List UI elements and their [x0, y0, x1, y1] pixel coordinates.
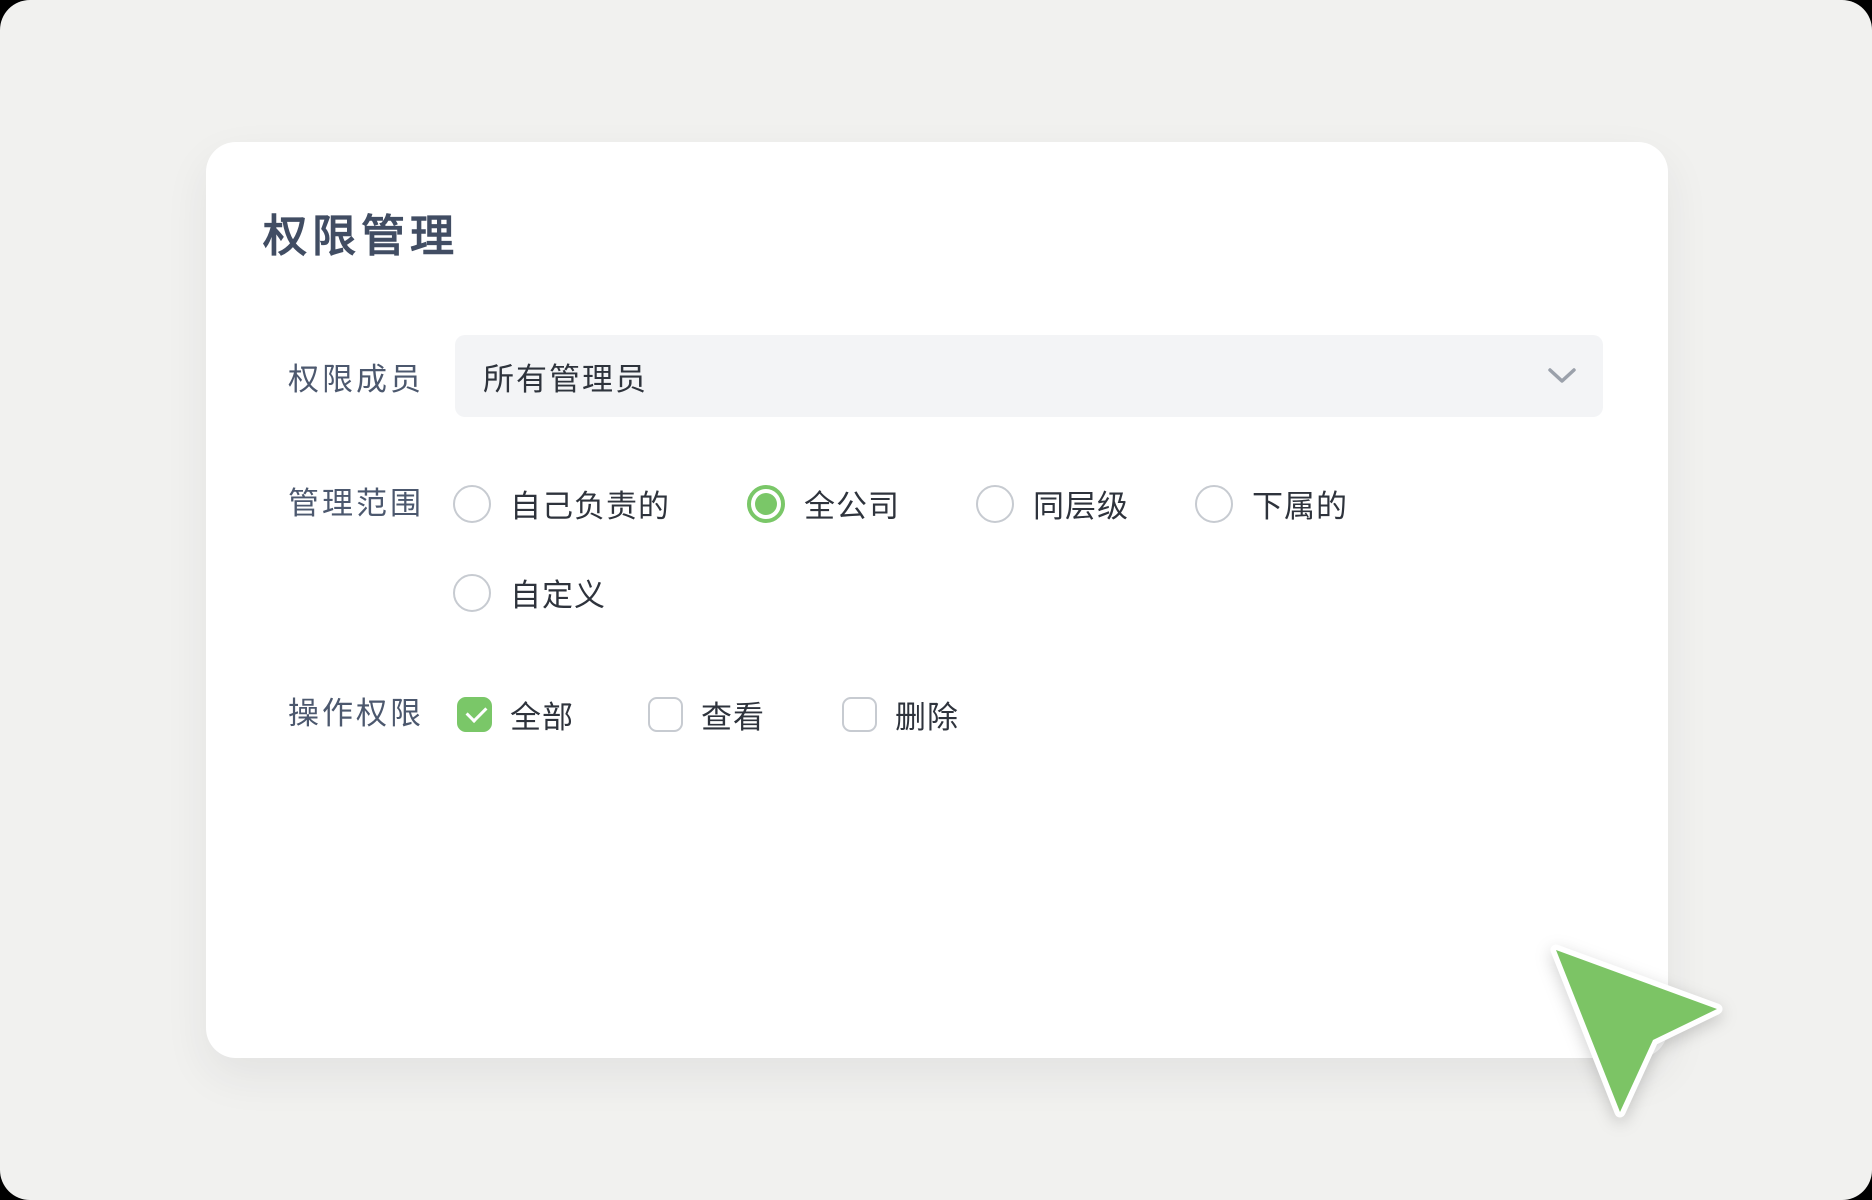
radio-option-subordinates[interactable]: 下属的: [1195, 481, 1348, 526]
radio-option-self-managed[interactable]: 自己负责的: [453, 481, 670, 526]
radio-icon[interactable]: [976, 485, 1014, 523]
actions-row: 操作权限 全部 查看 删除: [206, 692, 1668, 728]
member-label: 权限成员: [288, 335, 424, 417]
radio-option-whole-company[interactable]: 全公司: [747, 481, 900, 526]
chevron-down-icon: [1547, 366, 1577, 386]
page-title: 权限管理: [263, 200, 459, 264]
permission-settings-page: 权限管理 权限成员 所有管理员 管理范围 自己负责的 全公: [0, 0, 1872, 1200]
checkbox-option-delete[interactable]: 删除: [842, 692, 959, 737]
actions-label: 操作权限: [288, 692, 424, 728]
scope-label: 管理范围: [288, 481, 424, 519]
radio-icon[interactable]: [453, 574, 491, 612]
radio-icon[interactable]: [747, 485, 785, 523]
member-select[interactable]: 所有管理员: [455, 335, 1603, 417]
radio-option-same-level[interactable]: 同层级: [976, 481, 1129, 526]
member-row: 权限成员 所有管理员: [206, 335, 1668, 417]
radio-icon[interactable]: [1195, 485, 1233, 523]
radio-icon[interactable]: [453, 485, 491, 523]
scope-row: 管理范围 自己负责的 全公司 同层级 下属的: [206, 481, 1668, 519]
scope-row-2: 自定义: [206, 570, 1668, 608]
checkbox-option-view[interactable]: 查看: [648, 692, 765, 737]
radio-option-custom[interactable]: 自定义: [453, 570, 606, 615]
permission-card: 权限管理 权限成员 所有管理员 管理范围 自己负责的 全公: [206, 142, 1668, 1058]
member-select-value: 所有管理员: [455, 354, 648, 399]
checkbox-icon[interactable]: [457, 697, 492, 732]
checkbox-option-all[interactable]: 全部: [457, 692, 574, 737]
checkbox-icon[interactable]: [842, 697, 877, 732]
checkbox-icon[interactable]: [648, 697, 683, 732]
